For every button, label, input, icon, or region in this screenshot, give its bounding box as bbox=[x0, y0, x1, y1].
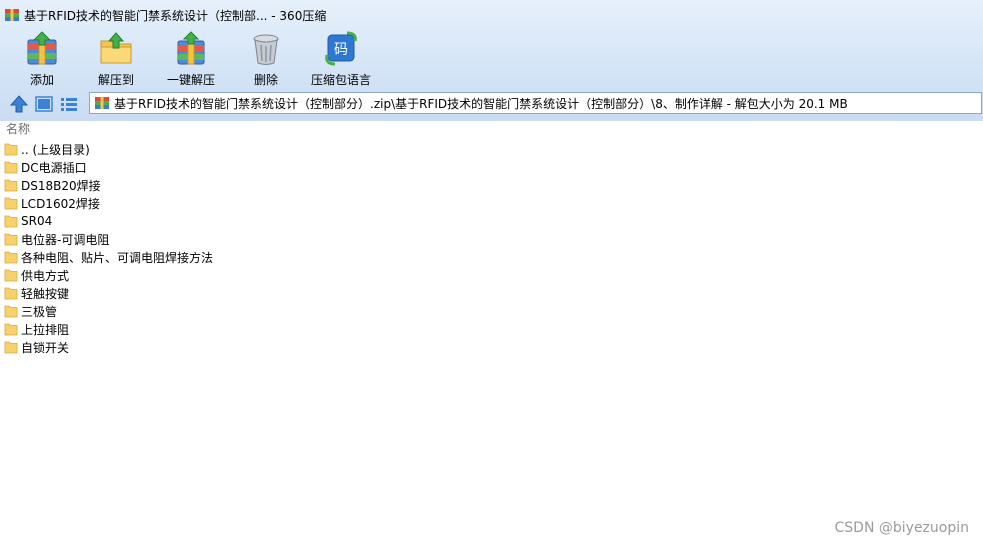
file-rows: .. (上级目录) DC电源插口 DS18B20焊接 LCD1602焊接 SR04 电位器… bbox=[0, 140, 213, 356]
folder-row[interactable]: DC电源插口 bbox=[0, 158, 213, 176]
folder-name: 各种电阻、贴片、可调电阻焊接方法 bbox=[21, 250, 214, 265]
thumbnail-view-icon[interactable] bbox=[34, 94, 54, 114]
folder-row[interactable]: 各种电阻、贴片、可调电阻焊接方法 bbox=[0, 248, 213, 266]
list-view-icon[interactable] bbox=[59, 94, 79, 114]
add-archive-icon bbox=[27, 31, 57, 65]
address-bar[interactable]: 基于RFID技术的智能门禁系统设计（控制部分）.zip\基于RFID技术的智能门… bbox=[89, 92, 982, 114]
folder-icon bbox=[4, 323, 18, 336]
archive-language-label: 压缩包语言 bbox=[310, 73, 371, 87]
folder-icon bbox=[4, 305, 18, 318]
folder-row[interactable]: SR04 bbox=[0, 212, 213, 230]
extract-to-button[interactable]: 解压到 bbox=[94, 30, 138, 88]
folder-icon bbox=[4, 251, 18, 264]
folder-row[interactable]: 三极管 bbox=[0, 302, 213, 320]
folder-row[interactable]: 供电方式 bbox=[0, 266, 213, 284]
folder-name: 上拉排阻 bbox=[21, 322, 70, 337]
svg-text:码: 码 bbox=[334, 42, 348, 58]
folder-name: .. (上级目录) bbox=[21, 142, 90, 157]
extract-to-label: 解压到 bbox=[97, 73, 134, 87]
file-list: 名称 .. (上级目录) DC电源插口 DS18B20焊接 LCD1602焊接 SR04… bbox=[0, 121, 983, 545]
folder-name: 自锁开关 bbox=[21, 340, 70, 355]
folder-name: 供电方式 bbox=[21, 268, 70, 283]
folder-icon bbox=[4, 233, 18, 246]
archive-language-button[interactable]: 码 压缩包语言 bbox=[310, 30, 372, 88]
window-chrome: 基于RFID技术的智能门禁系统设计（控制部... - 360压缩 添加 解压到 bbox=[0, 0, 983, 122]
title-bar: 基于RFID技术的智能门禁系统设计（控制部... - 360压缩 bbox=[0, 0, 983, 30]
folder-icon bbox=[4, 179, 18, 192]
folder-row[interactable]: LCD1602焊接 bbox=[0, 194, 213, 212]
folder-name: 三极管 bbox=[21, 304, 58, 319]
folder-row[interactable]: 自锁开关 bbox=[0, 338, 213, 356]
folder-row[interactable]: 上拉排阻 bbox=[0, 320, 213, 338]
parent-directory-row[interactable]: .. (上级目录) bbox=[0, 140, 213, 158]
folder-name: 电位器-可调电阻 bbox=[21, 232, 110, 247]
one-click-extract-button[interactable]: 一键解压 bbox=[165, 30, 217, 88]
folder-row[interactable]: 电位器-可调电阻 bbox=[0, 230, 213, 248]
zip-archive-icon bbox=[95, 97, 109, 109]
app-archive-icon bbox=[5, 9, 19, 21]
address-path: 基于RFID技术的智能门禁系统设计（控制部分）.zip\基于RFID技术的智能门… bbox=[114, 96, 848, 111]
up-arrow-icon[interactable] bbox=[9, 94, 29, 114]
folder-icon bbox=[4, 197, 18, 210]
folder-name: LCD1602焊接 bbox=[21, 196, 100, 211]
add-button[interactable]: 添加 bbox=[22, 30, 62, 88]
folder-row[interactable]: 轻触按键 bbox=[0, 284, 213, 302]
column-header-name[interactable]: 名称 bbox=[0, 121, 983, 138]
delete-button[interactable]: 删除 bbox=[248, 30, 284, 88]
folder-icon bbox=[4, 269, 18, 282]
window-title: 基于RFID技术的智能门禁系统设计（控制部... - 360压缩 bbox=[24, 8, 327, 23]
folder-name: SR04 bbox=[21, 214, 53, 228]
folder-icon bbox=[4, 161, 18, 174]
trash-icon bbox=[253, 34, 279, 65]
folder-name: DC电源插口 bbox=[21, 160, 87, 175]
delete-label: 删除 bbox=[253, 73, 278, 87]
extract-to-icon bbox=[100, 32, 132, 64]
folder-icon bbox=[4, 287, 18, 300]
folder-icon bbox=[4, 341, 18, 354]
add-button-label: 添加 bbox=[29, 73, 54, 87]
navigation-row: 基于RFID技术的智能门禁系统设计（控制部分）.zip\基于RFID技术的智能门… bbox=[0, 92, 983, 116]
archive-language-icon: 码 bbox=[325, 31, 357, 66]
folder-icon bbox=[4, 215, 18, 228]
folder-row[interactable]: DS18B20焊接 bbox=[0, 176, 213, 194]
folder-name: 轻触按键 bbox=[21, 286, 70, 301]
folder-name: DS18B20焊接 bbox=[21, 178, 101, 193]
toolbar: 添加 解压到 一键解压 删除 码 压缩包语言 bbox=[0, 30, 983, 88]
one-click-extract-label: 一键解压 bbox=[166, 73, 215, 87]
folder-icon bbox=[4, 143, 18, 156]
one-click-extract-icon bbox=[177, 31, 205, 65]
watermark: CSDN @biyezuopin bbox=[834, 520, 969, 536]
